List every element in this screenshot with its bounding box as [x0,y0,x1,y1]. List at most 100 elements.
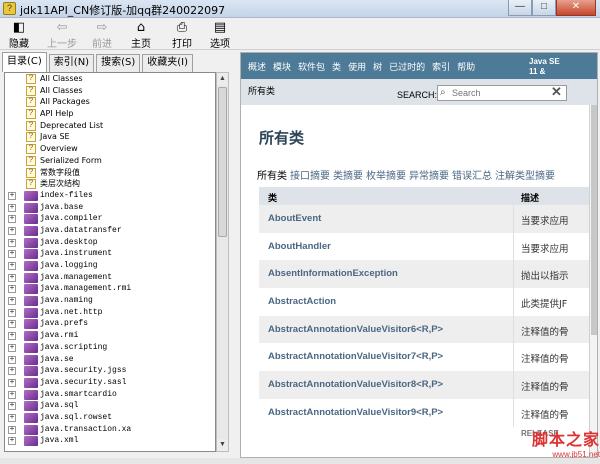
expand-icon[interactable]: + [8,238,16,247]
tree-item-module[interactable]: + java.scripting [5,342,215,354]
tree-item-doc[interactable]: ? Serialized Form [5,155,215,167]
tree-item-doc[interactable]: ? All Classes [5,73,215,85]
tree-item-module[interactable]: + java.logging [5,260,215,272]
nav-link[interactable]: 树 [373,63,382,73]
tree-item-module[interactable]: + java.rmi [5,330,215,342]
tree-item-doc[interactable]: ? API Help [5,108,215,120]
content-scrollbar[interactable] [589,105,597,457]
expand-icon[interactable]: + [8,297,16,306]
forward-button[interactable]: ⇨ 前进 [86,20,118,50]
tree-item-module[interactable]: + java.compiler [5,213,215,225]
tree-item-module[interactable]: + java.transaction.xa [5,424,215,436]
class-link[interactable]: AbstractAnnotationValueVisitor9<R,P> [268,407,443,418]
summary-filter-tab[interactable]: 所有类 [257,171,287,182]
search-input[interactable] [452,87,556,99]
summary-filter-tab[interactable]: 接口摘要 [290,171,330,182]
expand-icon[interactable]: + [8,413,16,422]
tree-item-module[interactable]: + java.security.sasl [5,377,215,389]
expand-icon[interactable]: + [8,378,16,387]
expand-icon[interactable]: + [8,308,16,317]
expand-icon[interactable]: + [8,425,16,434]
expand-icon[interactable]: + [8,367,16,376]
nav-link[interactable]: 已过时的 [389,63,425,73]
nav-link[interactable]: 使用 [348,63,366,73]
tree-item-module[interactable]: + java.datatransfer [5,225,215,237]
class-link[interactable]: AbstractAnnotationValueVisitor6<R,P> [268,324,443,335]
scroll-up-arrow-icon[interactable]: ▲ [217,73,228,85]
tree-item-module[interactable]: + java.security.jgss [5,365,215,377]
class-link[interactable]: AboutHandler [268,241,331,252]
expand-icon[interactable]: + [8,285,16,294]
tree-item-module[interactable]: + java.prefs [5,318,215,330]
summary-filter-tab[interactable]: 错误汇总 [452,171,492,182]
tree-item-doc[interactable]: ? All Classes [5,85,215,97]
tree-item-module[interactable]: + java.net.http [5,307,215,319]
tree-item-doc[interactable]: ? 类层次结构 [5,178,215,190]
tree-item-doc[interactable]: ? All Packages [5,96,215,108]
expand-icon[interactable]: + [8,273,16,282]
nav-link[interactable]: 索引 [432,63,450,73]
tree-item-doc[interactable]: ? Java SE [5,131,215,143]
expand-icon[interactable]: + [8,402,16,411]
class-link[interactable]: AbstractAnnotationValueVisitor7<R,P> [268,351,443,362]
nav-link[interactable]: 概述 [248,63,266,73]
home-button[interactable]: ⌂ 主页 [125,20,157,50]
summary-filter-tab[interactable]: 异常摘要 [409,171,449,182]
expand-icon[interactable]: + [8,226,16,235]
clear-search-icon[interactable]: ✕ [551,84,562,100]
summary-filter-tab[interactable]: 类摘要 [333,171,363,182]
options-button[interactable]: ▤ 选项 [204,20,236,50]
tree-scrollbar[interactable]: ▲ ▼ [216,72,229,452]
tree-item-module[interactable]: + java.management.rmi [5,283,215,295]
tree-item-module[interactable]: + index-files [5,190,215,202]
class-link[interactable]: AbsentInformationException [268,268,398,279]
class-link[interactable]: AbstractAnnotationValueVisitor8<R,P> [268,379,443,390]
tree-item-doc[interactable]: ? 常数字段值 [5,167,215,179]
tree-item-module[interactable]: + java.instrument [5,248,215,260]
hide-button[interactable]: ◧ 隐藏 [3,20,35,50]
nav-link[interactable]: 模块 [273,63,291,73]
scroll-thumb[interactable] [218,87,227,237]
tree-item-module[interactable]: + java.management [5,272,215,284]
tab-index[interactable]: 索引(N) [48,54,95,72]
tree-item-module[interactable]: + java.xml [5,435,215,447]
expand-icon[interactable]: + [8,355,16,364]
expand-icon[interactable]: + [8,390,16,399]
minimize-button[interactable]: — [508,0,532,16]
expand-icon[interactable]: + [8,332,16,341]
expand-icon[interactable]: + [8,250,16,259]
expand-icon[interactable]: + [8,262,16,270]
tree-item-module[interactable]: + java.base [5,202,215,214]
all-classes-link[interactable]: 所有类 [248,84,275,97]
nav-link[interactable]: 帮助 [457,63,475,73]
back-button[interactable]: ⇦ 上一步 [46,20,78,50]
class-link[interactable]: AboutEvent [268,213,321,224]
content-scroll-thumb[interactable] [591,105,597,335]
scroll-down-arrow-icon[interactable]: ▼ [217,439,228,451]
tree-item-module[interactable]: + java.desktop [5,237,215,249]
tab-favorites[interactable]: 收藏夹(I) [142,54,194,72]
tree-item-module[interactable]: + java.naming [5,295,215,307]
maximize-button[interactable]: □ [532,0,556,16]
expand-icon[interactable]: + [8,191,16,200]
expand-icon[interactable]: + [8,215,16,224]
tree-item-module[interactable]: + java.se [5,354,215,366]
tree-item-doc[interactable]: ? Overview [5,143,215,155]
nav-link[interactable]: 类 [332,63,341,73]
tree-item-module[interactable]: + java.smartcardio [5,389,215,401]
expand-icon[interactable]: + [8,343,16,352]
print-button[interactable]: ⎙ 打印 [166,20,198,50]
expand-icon[interactable]: + [8,320,16,329]
tab-search[interactable]: 搜索(S) [96,54,141,72]
expand-icon[interactable]: + [8,203,16,212]
class-link[interactable]: AbstractAction [268,296,336,307]
tree-item-module[interactable]: + java.sql.rowset [5,412,215,424]
summary-filter-tab[interactable]: 注解类型摘要 [495,171,555,182]
close-button[interactable]: ✕ [556,0,596,16]
nav-link[interactable]: 软件包 [298,63,325,73]
tree-item-module[interactable]: + java.sql [5,400,215,412]
tree-item-doc[interactable]: ? Deprecated List [5,120,215,132]
expand-icon[interactable]: + [8,437,16,446]
summary-filter-tab[interactable]: 枚举摘要 [366,171,406,182]
tab-contents[interactable]: 目录(C) [2,52,47,72]
